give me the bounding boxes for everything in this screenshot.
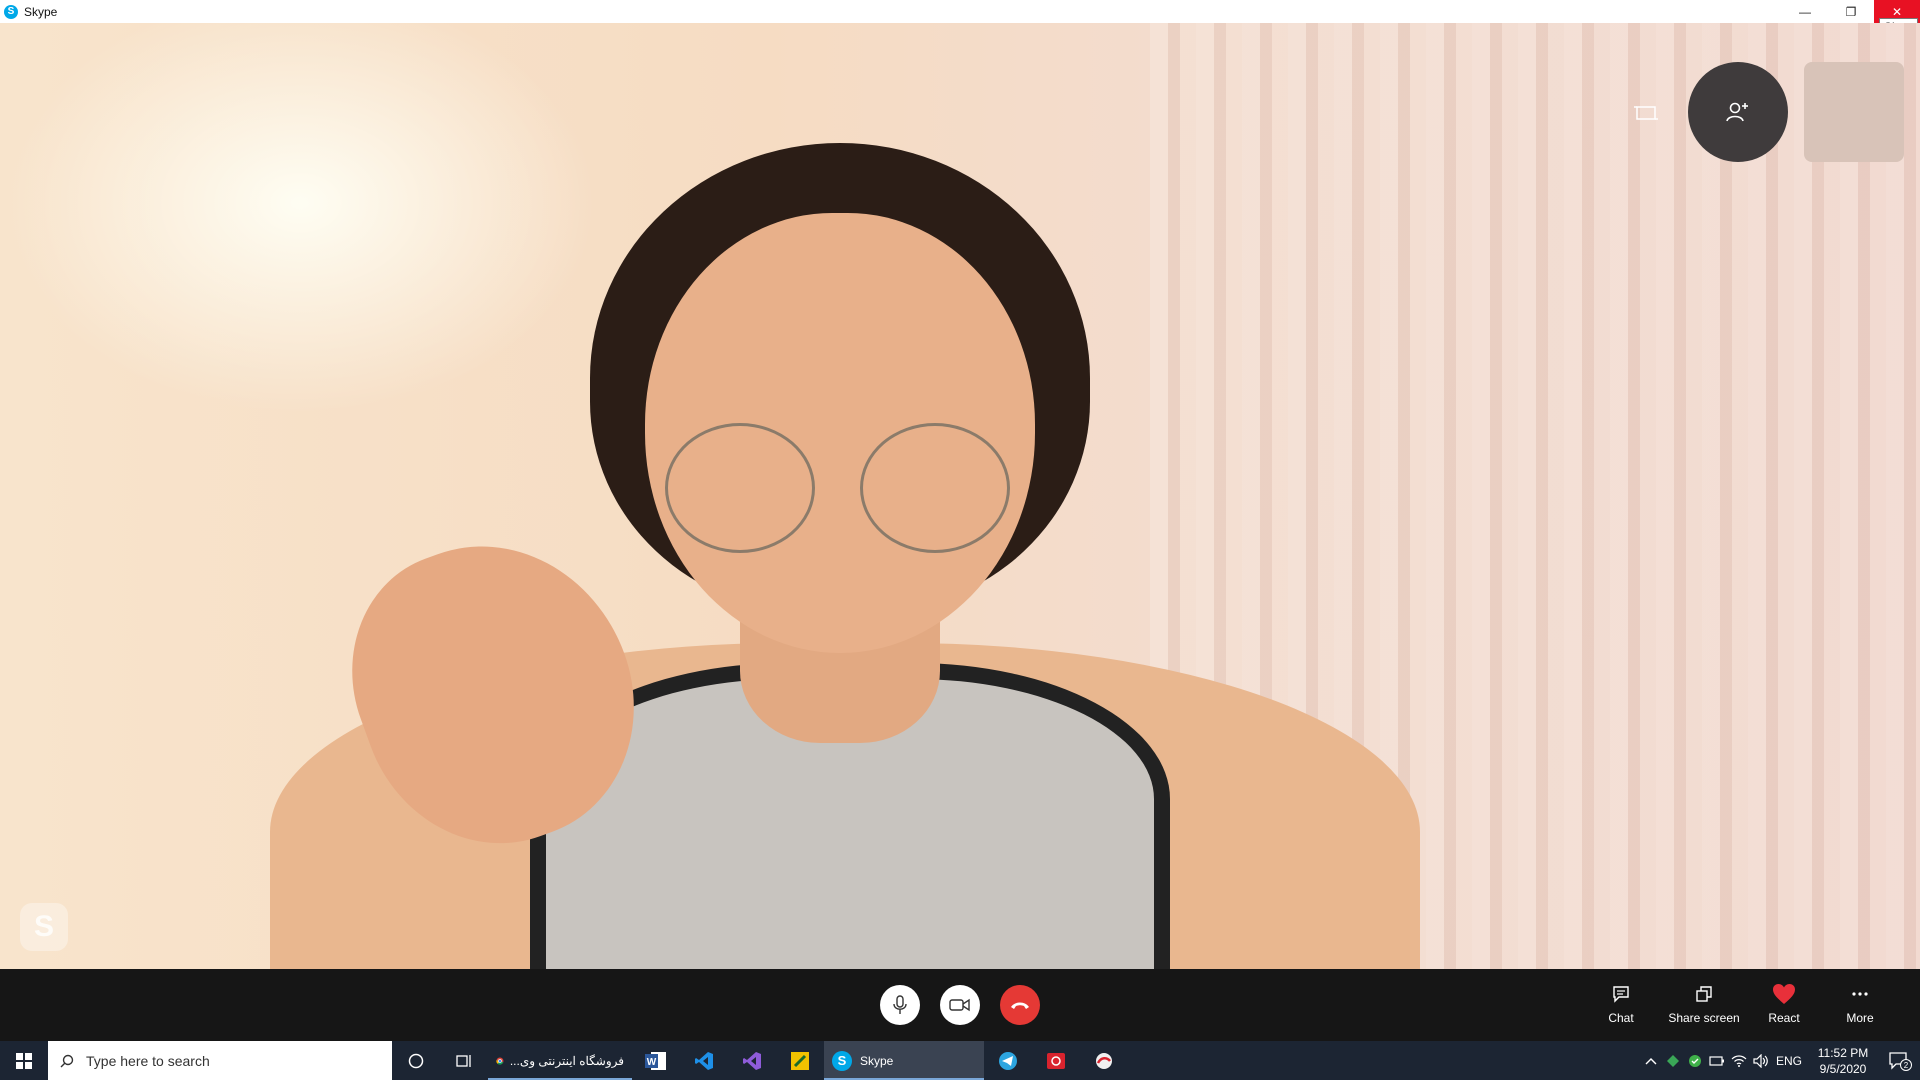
skype-window-label: Skype	[860, 1053, 894, 1068]
task-view-icon	[456, 1054, 471, 1067]
snip-sketch-icon	[791, 1051, 809, 1070]
taskbar-app-snip[interactable]	[776, 1041, 824, 1080]
chevron-up-icon	[1645, 1057, 1657, 1064]
cortana-circle-icon	[408, 1053, 424, 1068]
tray-green-app-icon	[1667, 1054, 1679, 1067]
windows-taskbar: Type here to search ...فروشگاه اینترنتی …	[0, 1041, 1920, 1080]
tray-app-green[interactable]	[1662, 1041, 1684, 1080]
tray-wifi[interactable]	[1728, 1041, 1750, 1080]
chat-icon	[1613, 986, 1629, 1003]
glasses-left-lens	[665, 423, 815, 553]
visual-studio-icon	[743, 1051, 761, 1070]
skype-window: S Skype — ❐ ✕ Close S	[0, 0, 1920, 1080]
react-label: React	[1768, 1011, 1800, 1025]
more-button[interactable]: More	[1815, 983, 1905, 1031]
skype-watermark-icon: S	[20, 903, 68, 951]
microphone-button[interactable]	[880, 985, 920, 1025]
search-placeholder: Type here to search	[86, 1052, 210, 1069]
telegram-icon	[999, 1051, 1017, 1070]
taskbar-app-skype[interactable]: S Skype	[824, 1041, 984, 1080]
more-label: More	[1846, 1011, 1874, 1025]
fit-frame-button[interactable]	[1628, 99, 1664, 127]
input-language[interactable]: ENG	[1772, 1054, 1806, 1068]
clock-time: 11:52 PM	[1817, 1045, 1869, 1060]
misc-app-icon	[1096, 1052, 1112, 1069]
clock-date: 9/5/2020	[1819, 1061, 1867, 1076]
skype-icon: S	[832, 1050, 852, 1071]
start-button[interactable]	[0, 1041, 48, 1080]
camera-button[interactable]	[940, 985, 980, 1025]
end-call-button[interactable]	[1000, 985, 1040, 1025]
volume-icon	[1753, 1053, 1768, 1068]
taskbar-app-visual-studio[interactable]	[728, 1041, 776, 1080]
notification-count: 2	[1904, 1061, 1909, 1070]
hang-up-icon	[1011, 1002, 1029, 1009]
chrome-icon	[496, 1056, 504, 1065]
window-title: Skype	[24, 4, 58, 19]
video-camera-icon	[949, 998, 970, 1012]
heart-icon	[1773, 984, 1795, 1004]
red-app-icon	[1047, 1052, 1065, 1069]
cortana-button[interactable]	[392, 1041, 440, 1080]
share-screen-button[interactable]: Share screen	[1659, 983, 1749, 1031]
remote-video-feed: S	[0, 23, 1920, 969]
add-person-icon	[1726, 102, 1748, 122]
clock[interactable]: 11:52 PM 9/5/2020	[1806, 1045, 1880, 1077]
tray-security[interactable]	[1684, 1041, 1706, 1080]
more-icon	[1852, 992, 1868, 996]
self-video-preview[interactable]	[1804, 62, 1904, 162]
task-view-button[interactable]	[440, 1041, 488, 1080]
tray-battery[interactable]	[1706, 1041, 1728, 1080]
security-shield-icon	[1689, 1054, 1701, 1067]
chat-label: Chat	[1608, 1011, 1634, 1025]
svg-text:W: W	[647, 1057, 657, 1068]
taskbar-app-chrome[interactable]: ...فروشگاه اینترنتی وی	[488, 1041, 632, 1080]
chrome-window-label: ...فروشگاه اینترنتی وی	[509, 1053, 624, 1068]
taskbar-app-red[interactable]	[1032, 1041, 1080, 1080]
crop-frame-icon	[1634, 106, 1658, 120]
glasses-right-lens	[860, 423, 1010, 553]
restore-button[interactable]: ❐	[1828, 0, 1874, 23]
taskbar-app-telegram[interactable]	[984, 1041, 1032, 1080]
search-icon	[60, 1054, 74, 1067]
title-bar: S Skype — ❐ ✕ Close	[0, 0, 1920, 36]
call-control-bar: Chat Share screen React More	[0, 969, 1920, 1041]
microphone-icon	[893, 995, 907, 1014]
taskbar-app-vscode[interactable]	[680, 1041, 728, 1080]
taskbar-app-word[interactable]: W	[632, 1041, 680, 1080]
share-screen-label: Share screen	[1668, 1011, 1740, 1025]
show-hidden-icons-button[interactable]	[1640, 1041, 1662, 1080]
vscode-icon	[695, 1051, 713, 1070]
chat-button[interactable]: Chat	[1576, 983, 1666, 1031]
notifications-icon: 2	[1889, 1051, 1912, 1071]
tray-volume[interactable]	[1750, 1041, 1772, 1080]
action-center-button[interactable]: 2	[1880, 1041, 1920, 1080]
skype-logo-icon: S	[4, 4, 18, 19]
minimize-button[interactable]: —	[1782, 0, 1828, 23]
taskbar-search-box[interactable]: Type here to search	[48, 1041, 392, 1080]
battery-icon	[1709, 1055, 1724, 1066]
taskbar-app-misc[interactable]	[1080, 1041, 1128, 1080]
windows-logo-icon	[16, 1052, 32, 1069]
add-people-button[interactable]	[1688, 62, 1788, 162]
word-icon: W	[645, 1051, 666, 1070]
share-screen-icon	[1696, 986, 1712, 1002]
wifi-icon	[1731, 1054, 1747, 1067]
system-tray: ENG 11:52 PM 9/5/2020 2	[1640, 1041, 1920, 1080]
